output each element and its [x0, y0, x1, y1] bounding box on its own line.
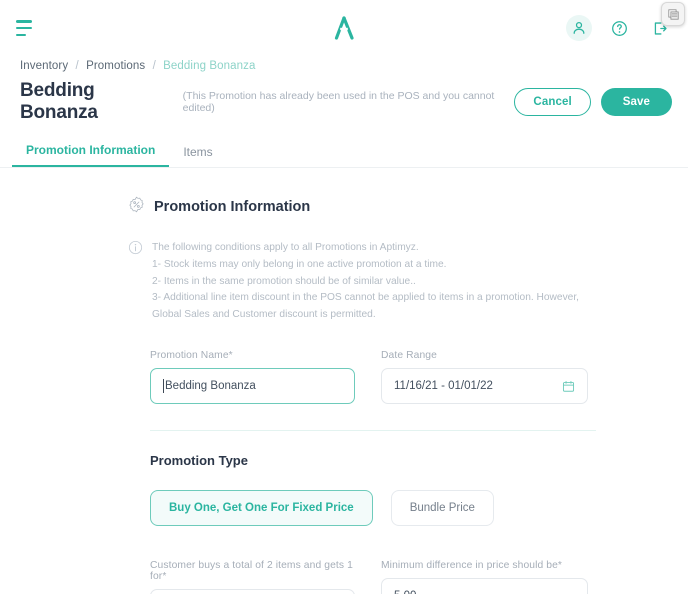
page-title-note: (This Promotion has already been used in…	[183, 90, 515, 114]
notice-line-3: 3- Additional line item discount in the …	[152, 290, 596, 324]
date-range-label: Date Range	[381, 350, 588, 361]
hamburger-bar-2	[16, 27, 32, 30]
section-header: Promotion Information	[128, 196, 596, 218]
section-title: Promotion Information	[154, 199, 310, 215]
tab-items[interactable]: Items	[169, 145, 226, 167]
promotion-name-input[interactable]: Bedding Bonanza	[150, 368, 355, 404]
promotion-type-option-bogo[interactable]: Buy One, Get One For Fixed Price	[150, 490, 373, 526]
primary-fields-row: Promotion Name* Bedding Bonanza Date Ran…	[150, 350, 596, 404]
buy-get-price-input[interactable]: 3.99	[150, 589, 355, 594]
notice-line-1: 1- Stock items may only belong in one ac…	[152, 257, 596, 274]
minimum-difference-value: 5.00	[394, 590, 416, 594]
hamburger-bar-3	[16, 34, 26, 37]
promotion-name-value: Bedding Bonanza	[165, 380, 256, 392]
aptimyz-logo[interactable]	[330, 15, 358, 41]
topbar-actions	[566, 15, 672, 41]
promotion-name-field: Promotion Name* Bedding Bonanza	[150, 350, 355, 404]
calendar-icon[interactable]	[562, 380, 575, 393]
hamburger-bar-1	[16, 20, 32, 23]
page-header: Bedding Bonanza (This Promotion has alre…	[0, 72, 688, 124]
breadcrumb-item-current: Bedding Bonanza	[163, 60, 255, 72]
date-range-value: 11/16/21 - 01/01/22	[394, 380, 493, 392]
minimum-difference-label: Minimum difference in price should be*	[381, 560, 588, 571]
promotion-type-title: Promotion Type	[150, 453, 596, 468]
pricing-fields-row: Customer buys a total of 2 items and get…	[150, 560, 596, 594]
breadcrumb-separator: /	[153, 60, 156, 72]
date-range-input[interactable]: 11/16/21 - 01/01/22	[381, 368, 588, 404]
save-button[interactable]: Save	[601, 88, 672, 116]
page-title: Bedding Bonanza	[20, 80, 171, 124]
breadcrumb-separator: /	[76, 60, 79, 72]
minimum-difference-field: Minimum difference in price should be* 5…	[381, 560, 588, 594]
hamburger-menu-icon[interactable]	[16, 20, 38, 36]
page-actions: Cancel Save	[514, 88, 672, 116]
notice-line-0: The following conditions apply to all Pr…	[152, 240, 596, 257]
minimum-difference-input[interactable]: 5.00	[381, 578, 588, 594]
help-question-icon[interactable]	[606, 15, 632, 41]
info-circle-icon	[128, 240, 143, 324]
breadcrumb-item-inventory[interactable]: Inventory	[20, 60, 68, 72]
stacked-window-icon[interactable]	[661, 2, 685, 26]
discount-badge-icon	[128, 196, 145, 218]
date-range-field: Date Range 11/16/21 - 01/01/22	[381, 350, 588, 404]
tab-promotion-information[interactable]: Promotion Information	[12, 143, 169, 167]
notice-line-2: 2- Items in the same promotion should be…	[152, 274, 596, 291]
conditions-notice: The following conditions apply to all Pr…	[128, 240, 596, 324]
promotion-information-panel: Promotion Information The following cond…	[0, 168, 688, 594]
section-divider	[150, 430, 596, 431]
buy-get-price-label: Customer buys a total of 2 items and get…	[150, 560, 355, 582]
breadcrumb-item-promotions[interactable]: Promotions	[86, 60, 145, 72]
promotion-type-option-bundle[interactable]: Bundle Price	[391, 490, 494, 526]
tab-bar: Promotion Information Items	[0, 138, 688, 168]
cancel-button[interactable]: Cancel	[514, 88, 590, 116]
promotion-name-label: Promotion Name*	[150, 350, 355, 361]
promotion-type-options: Buy One, Get One For Fixed Price Bundle …	[150, 490, 596, 526]
top-navigation-bar	[0, 0, 688, 56]
conditions-notice-text: The following conditions apply to all Pr…	[152, 240, 596, 324]
text-caret	[163, 379, 164, 393]
user-account-icon[interactable]	[566, 15, 592, 41]
breadcrumb: Inventory / Promotions / Bedding Bonanza	[0, 56, 688, 72]
buy-get-price-field: Customer buys a total of 2 items and get…	[150, 560, 355, 594]
